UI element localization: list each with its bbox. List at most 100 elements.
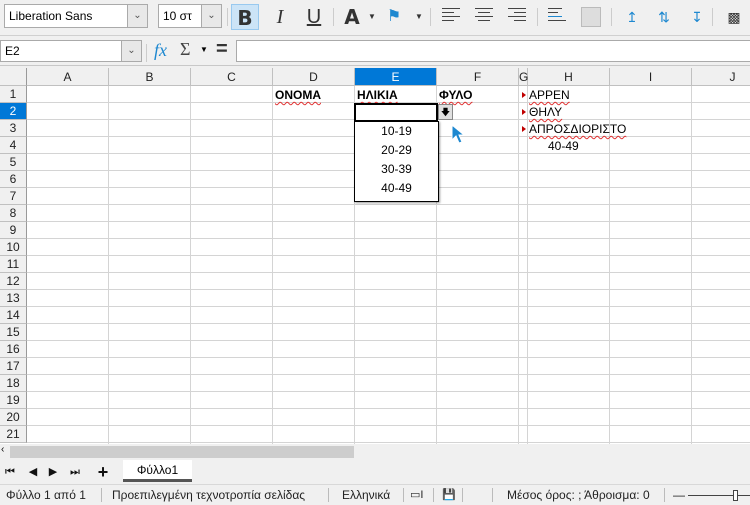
sheet-tab-bar: ⏮ ◀ ▶ ⏭ + Φύλλο1 [0,460,750,484]
chevron-down-icon[interactable]: ⌄ [201,5,221,27]
row-header-15[interactable]: 15 [0,324,27,341]
row-gridline [27,425,750,426]
row-header-16[interactable]: 16 [0,341,27,358]
name-box-value: E2 [5,44,20,58]
row-header-18[interactable]: 18 [0,375,27,392]
row-gridline [27,374,750,375]
zoom-slider-handle[interactable] [733,490,738,501]
cell-h4[interactable]: 40-49 [548,138,579,155]
row-header-3[interactable]: 3 [0,120,27,137]
row-header-1[interactable]: 1 [0,86,27,103]
horizontal-scrollbar[interactable]: ‹ [0,444,750,460]
italic-button[interactable]: I [266,4,294,30]
column-header-a[interactable]: A [27,68,109,86]
row-header-4[interactable]: 4 [0,137,27,154]
row-gridline [27,255,750,256]
align-middle-icon[interactable]: ⇅ [650,4,678,30]
font-name-value: Liberation Sans [9,9,93,23]
scroll-left-icon[interactable]: ‹ [1,444,4,455]
list-option-40-49[interactable]: 40-49 [355,179,438,198]
next-sheet-icon[interactable]: ▶ [46,464,60,480]
cell-d1[interactable]: ΟΝΟΜΑ [275,87,321,104]
sum-icon[interactable]: Σ [180,39,190,60]
sum-dropdown-icon[interactable]: ▼ [200,45,208,54]
align-right-icon[interactable] [508,8,526,26]
row-header-6[interactable]: 6 [0,171,27,188]
column-header-e[interactable]: E [355,68,437,86]
column-header-g[interactable]: G [519,68,528,86]
cell-h2[interactable]: ΘΗΛΥ [529,104,562,121]
align-top-icon[interactable]: ↥ [618,4,646,30]
column-header-h[interactable]: H [528,68,610,86]
row-header-17[interactable]: 17 [0,358,27,375]
formula-input[interactable] [236,40,750,62]
row-header-8[interactable]: 8 [0,205,27,222]
row-header-2[interactable]: 2 [0,103,27,120]
selection-mode-icon[interactable]: ▭I [410,485,423,505]
zoom-slider[interactable] [688,495,750,496]
add-sheet-button[interactable]: + [96,463,110,481]
status-bar: Φύλλο 1 από 1 Προεπιλεγμένη τεχνοτροπία … [0,484,750,504]
row-header-13[interactable]: 13 [0,290,27,307]
selection-summary: Μέσος όρος: ; Άθροισμα: 0 [507,488,650,502]
row-header-19[interactable]: 19 [0,392,27,409]
column-header-f[interactable]: F [437,68,519,86]
row-gridline [27,357,750,358]
underline-button[interactable]: U [300,4,328,30]
scrollbar-thumb[interactable] [10,446,354,458]
font-color-button[interactable]: A [338,4,366,30]
column-header-c[interactable]: C [191,68,273,86]
function-wizard-icon[interactable]: fx [154,40,167,61]
chevron-down-icon[interactable]: ⌄ [127,5,147,27]
formula-icon[interactable]: = [216,38,228,61]
column-header-j[interactable]: J [692,68,750,86]
row-header-11[interactable]: 11 [0,256,27,273]
background-color-dropdown-icon[interactable]: ▼ [413,4,425,30]
sheet-tab-1[interactable]: Φύλλο1 [123,460,192,482]
name-box[interactable]: E2 ⌄ [0,40,142,62]
column-header-b[interactable]: B [109,68,191,86]
row-header-14[interactable]: 14 [0,307,27,324]
font-size-value: 10 στ [163,9,192,23]
align-center-icon[interactable] [475,8,493,26]
row-header-10[interactable]: 10 [0,239,27,256]
align-left-icon[interactable] [442,8,460,26]
language[interactable]: Ελληνικά [342,485,390,505]
page-style[interactable]: Προεπιλεγμένη τεχνοτροπία σελίδας [112,485,305,505]
row-header-12[interactable]: 12 [0,273,27,290]
number-format-currency-icon[interactable]: ▩ [720,4,748,30]
row-header-9[interactable]: 9 [0,222,27,239]
font-size-combo[interactable]: 10 στ ⌄ [158,4,222,28]
active-cell-e2[interactable] [354,103,438,122]
zoom-out-icon[interactable]: — [673,485,685,505]
cell-h1[interactable]: ΑΡΡΕΝ [529,87,570,104]
bold-button[interactable]: B [231,4,259,30]
row-gridline [27,391,750,392]
row-header-7[interactable]: 7 [0,188,27,205]
save-status-icon[interactable]: 💾 [442,485,456,505]
font-name-combo[interactable]: Liberation Sans ⌄ [4,4,148,28]
cell-f1[interactable]: ΦΥΛΟ [439,87,472,104]
list-option-20-29[interactable]: 20-29 [355,141,438,160]
list-option-10-19[interactable]: 10-19 [355,122,438,141]
chevron-down-icon[interactable]: ⌄ [121,41,141,61]
row-header-20[interactable]: 20 [0,409,27,426]
last-sheet-icon[interactable]: ⏭ [68,464,82,480]
row-header-5[interactable]: 5 [0,154,27,171]
align-bottom-icon[interactable]: ↧ [683,4,711,30]
cell-h3[interactable]: ΑΠΡΟΣΔΙΟΡΙΣΤΟ [529,121,626,138]
row-gridline [27,323,750,324]
font-color-dropdown-icon[interactable]: ▼ [366,4,378,30]
first-sheet-icon[interactable]: ⏮ [3,464,17,480]
list-option-30-39[interactable]: 30-39 [355,160,438,179]
background-color-icon[interactable]: ⚑ [380,4,408,30]
select-all-corner[interactable] [0,68,27,86]
prev-sheet-icon[interactable]: ◀ [26,464,40,480]
validation-dropdown-button[interactable]: 🡇 [438,104,453,120]
merge-cells-icon[interactable] [581,7,601,27]
column-header-i[interactable]: I [610,68,692,86]
column-header-d[interactable]: D [273,68,355,86]
row-header-21[interactable]: 21 [0,426,27,443]
wrap-text-icon[interactable] [548,8,566,26]
cell-e1[interactable]: ΗΛΙΚΙΑ [357,87,398,104]
